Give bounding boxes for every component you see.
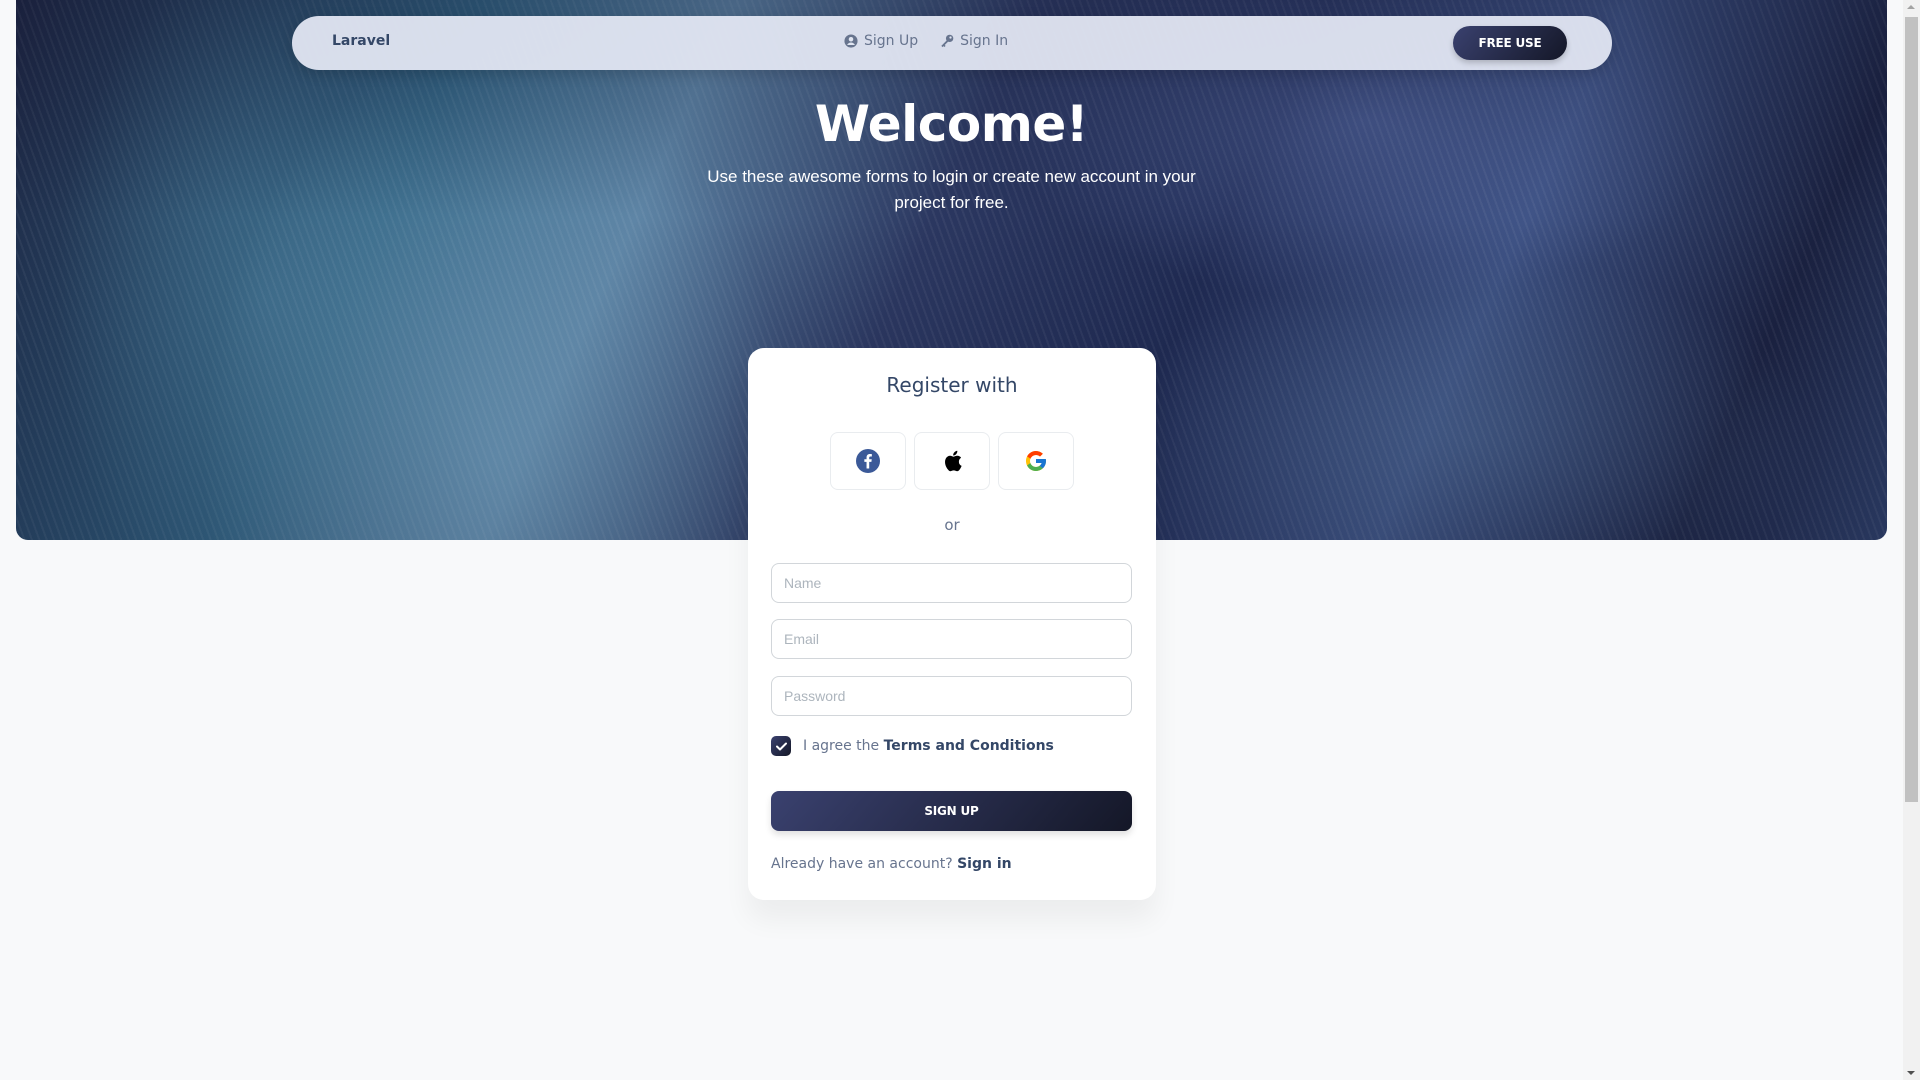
terms-link[interactable]: Terms and Conditions bbox=[884, 738, 1054, 754]
apple-button[interactable] bbox=[914, 432, 990, 490]
terms-prefix: I agree the bbox=[803, 738, 880, 754]
social-buttons bbox=[830, 432, 1074, 490]
free-use-button[interactable]: FREE USE bbox=[1453, 26, 1567, 60]
nav-sign-up-link[interactable]: Sign Up bbox=[844, 33, 918, 49]
google-icon bbox=[1026, 451, 1046, 471]
scrollbar-thumb[interactable] bbox=[1905, 17, 1918, 802]
page: Laravel Sign Up Sign In FREE USE Welcome… bbox=[0, 0, 1903, 1080]
apple-icon bbox=[945, 450, 962, 472]
key-icon bbox=[941, 34, 954, 48]
sign-up-button[interactable]: SIGN UP bbox=[771, 791, 1132, 831]
card-title: Register with bbox=[886, 373, 1018, 397]
nav-links: Sign Up Sign In bbox=[844, 33, 1008, 49]
terms-agreement: I agree the Terms and Conditions bbox=[771, 736, 1054, 756]
brand-logo[interactable]: Laravel bbox=[332, 33, 390, 49]
or-divider: or bbox=[944, 516, 960, 534]
terms-checkbox[interactable] bbox=[771, 736, 791, 756]
facebook-icon bbox=[856, 449, 880, 473]
google-button[interactable] bbox=[998, 432, 1074, 490]
vertical-scrollbar[interactable] bbox=[1903, 0, 1920, 1080]
check-icon bbox=[775, 742, 787, 750]
user-circle-icon bbox=[844, 34, 858, 48]
nav-sign-in-link[interactable]: Sign In bbox=[940, 33, 1008, 49]
navbar: Laravel Sign Up Sign In FREE USE bbox=[292, 16, 1612, 70]
hero-title: Welcome! bbox=[814, 95, 1089, 153]
hero-subtitle: Use these awesome forms to login or crea… bbox=[707, 167, 1196, 212]
scroll-up-arrow[interactable] bbox=[1907, 5, 1915, 9]
sign-in-prompt-text: Already have an account? bbox=[771, 856, 953, 872]
name-input[interactable] bbox=[771, 563, 1132, 603]
terms-text: I agree the Terms and Conditions bbox=[803, 738, 1054, 754]
sign-in-link[interactable]: Sign in bbox=[957, 856, 1012, 872]
nav-sign-up-label: Sign Up bbox=[864, 33, 919, 49]
register-card: Register with or Name Email I agree the … bbox=[748, 348, 1156, 900]
scroll-down-arrow[interactable] bbox=[1907, 1071, 1915, 1075]
email-input[interactable] bbox=[771, 619, 1132, 659]
password-input[interactable] bbox=[771, 676, 1132, 716]
facebook-button[interactable] bbox=[830, 432, 906, 490]
nav-sign-in-label: Sign In bbox=[960, 33, 1009, 49]
sign-in-prompt: Already have an account? Sign in bbox=[771, 856, 1012, 872]
